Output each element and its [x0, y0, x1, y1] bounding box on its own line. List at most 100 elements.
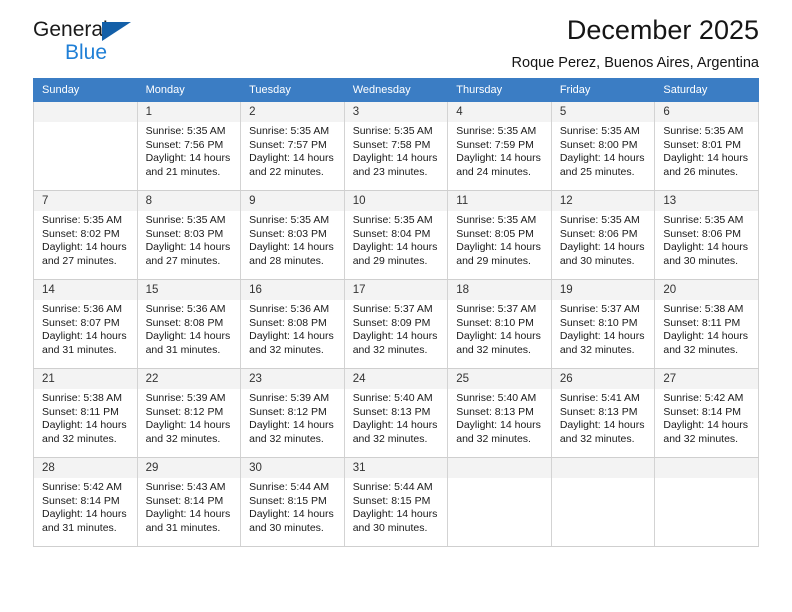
calendar-day-cell[interactable]: 4 Sunrise: 5:35 AM Sunset: 7:59 PM Daylight…	[447, 101, 552, 191]
calendar-day-cell[interactable]: 5 Sunrise: 5:35 AM Sunset: 8:00 PM Daylight…	[550, 101, 656, 191]
daylight-text-line1: Daylight: 14 hours	[145, 152, 231, 165]
calendar-day-cell[interactable]: 17 Sunrise: 5:37 AM Sunset: 8:09 PM Dayligh…	[343, 279, 449, 369]
day-details: Sunrise: 5:43 AM Sunset: 8:14 PM Daylight:…	[138, 478, 241, 535]
calendar-day-cell[interactable]: 12 Sunrise: 5:35 AM Sunset: 8:06 PM Dayligh…	[550, 190, 656, 280]
sunrise-text: Sunrise: 5:44 AM	[249, 481, 330, 493]
sunset-text: Sunset: 8:15 PM	[352, 494, 431, 507]
sunrise-text: Sunrise: 5:37 AM	[559, 303, 640, 315]
calendar-day-cell[interactable]: 3 Sunrise: 5:35 AM Sunset: 7:58 PM Daylight…	[343, 101, 449, 191]
daylight-text-line1: Daylight: 14 hours	[249, 241, 334, 254]
calendar-day-cell[interactable]: 20 Sunrise: 5:38 AM Sunset: 8:11 PM Dayligh…	[654, 279, 759, 369]
calendar-day-cell[interactable]: 10 Sunrise: 5:35 AM Sunset: 8:04 PM Dayligh…	[343, 190, 449, 280]
daylight-text-line2: and 29 minutes.	[352, 254, 428, 267]
day-number: 21	[34, 369, 137, 389]
sunset-text: Sunset: 8:12 PM	[145, 405, 224, 418]
calendar-day-cell[interactable]: 21 Sunrise: 5:38 AM Sunset: 8:11 PM Dayligh…	[33, 368, 138, 458]
day-number: 13	[655, 191, 758, 211]
page-header: General Blue December 2025 Roque Perez, …	[33, 0, 759, 71]
daylight-text-line2: and 32 minutes.	[456, 343, 531, 356]
calendar-day-cell-empty	[447, 457, 552, 547]
calendar-day-cell[interactable]: 29 Sunrise: 5:43 AM Sunset: 8:14 PM Dayligh…	[136, 457, 242, 547]
calendar-day-cell[interactable]: 11 Sunrise: 5:35 AM Sunset: 8:05 PM Dayligh…	[447, 190, 552, 280]
daylight-text-line2: and 31 minutes.	[42, 343, 117, 356]
sunset-text: Sunset: 8:15 PM	[249, 494, 327, 507]
day-details: Sunrise: 5:44 AM Sunset: 8:15 PM Daylight:…	[345, 478, 448, 535]
day-number: 3	[344, 102, 448, 122]
day-number: 7	[34, 191, 137, 211]
sunset-text: Sunset: 8:06 PM	[663, 227, 742, 240]
calendar-day-cell[interactable]: 28 Sunrise: 5:42 AM Sunset: 8:14 PM Dayligh…	[33, 457, 138, 547]
sunset-text: Sunset: 7:56 PM	[145, 138, 224, 151]
day-details: Sunrise: 5:35 AM Sunset: 8:00 PM Daylight:…	[552, 122, 655, 179]
day-details: Sunrise: 5:37 AM Sunset: 8:09 PM Daylight:…	[345, 300, 448, 357]
day-number: 28	[34, 458, 137, 478]
daylight-text-line2: and 27 minutes.	[145, 254, 221, 267]
day-number: 6	[655, 102, 758, 122]
daylight-text-line2: and 32 minutes.	[249, 432, 324, 445]
sunrise-sunset-calendar: Sunday Monday Tuesday Wednesday Thursday Frid…	[33, 78, 759, 547]
calendar-day-cell[interactable]: 22 Sunrise: 5:39 AM Sunset: 8:12 PM Dayligh…	[136, 368, 242, 458]
daylight-text-line1: Daylight: 14 hours	[145, 330, 231, 343]
day-details	[655, 478, 758, 481]
sunset-text: Sunset: 8:12 PM	[249, 405, 327, 418]
sunset-text: Sunset: 8:10 PM	[456, 316, 534, 329]
day-number: 17	[344, 280, 448, 300]
calendar-day-cell[interactable]: 8 Sunrise: 5:35 AM Sunset: 8:03 PM Daylight…	[136, 190, 242, 280]
calendar-day-cell[interactable]: 26 Sunrise: 5:41 AM Sunset: 8:13 PM Dayligh…	[550, 368, 656, 458]
sunrise-text: Sunrise: 5:38 AM	[663, 303, 744, 315]
daylight-text-line2: and 32 minutes.	[663, 343, 739, 356]
daylight-text-line2: and 32 minutes.	[352, 432, 428, 445]
calendar-day-cell[interactable]: 18 Sunrise: 5:37 AM Sunset: 8:10 PM Dayligh…	[447, 279, 552, 369]
daylight-text-line1: Daylight: 14 hours	[456, 152, 541, 165]
calendar-day-cell[interactable]: 31 Sunrise: 5:44 AM Sunset: 8:15 PM Dayligh…	[343, 457, 449, 547]
day-number: 22	[137, 369, 241, 389]
calendar-day-cell[interactable]: 15 Sunrise: 5:36 AM Sunset: 8:08 PM Dayligh…	[136, 279, 242, 369]
calendar-day-cell[interactable]: 30 Sunrise: 5:44 AM Sunset: 8:15 PM Dayligh…	[240, 457, 345, 547]
sunrise-text: Sunrise: 5:44 AM	[352, 481, 433, 493]
daylight-text-line2: and 31 minutes.	[145, 343, 221, 356]
calendar-day-cell[interactable]: 7 Sunrise: 5:35 AM Sunset: 8:02 PM Daylight…	[33, 190, 138, 280]
day-number	[655, 458, 758, 478]
calendar-day-cell[interactable]: 27 Sunrise: 5:42 AM Sunset: 8:14 PM Dayligh…	[654, 368, 759, 458]
sunrise-text: Sunrise: 5:40 AM	[352, 392, 433, 404]
calendar-day-cell[interactable]: 9 Sunrise: 5:35 AM Sunset: 8:03 PM Daylight…	[240, 190, 345, 280]
day-details: Sunrise: 5:35 AM Sunset: 8:01 PM Daylight:…	[655, 122, 758, 179]
calendar-day-cell[interactable]: 16 Sunrise: 5:36 AM Sunset: 8:08 PM Dayligh…	[240, 279, 345, 369]
calendar-day-cell[interactable]: 24 Sunrise: 5:40 AM Sunset: 8:13 PM Dayligh…	[343, 368, 449, 458]
sunrise-text: Sunrise: 5:35 AM	[663, 214, 744, 226]
daylight-text-line1: Daylight: 14 hours	[663, 419, 749, 432]
day-number: 1	[137, 102, 241, 122]
calendar-day-cell[interactable]: 2 Sunrise: 5:35 AM Sunset: 7:57 PM Daylight…	[240, 101, 345, 191]
sunset-text: Sunset: 7:59 PM	[456, 138, 534, 151]
daylight-text-line1: Daylight: 14 hours	[249, 152, 334, 165]
day-details: Sunrise: 5:35 AM Sunset: 8:02 PM Daylight:…	[34, 211, 137, 268]
daylight-text-line1: Daylight: 14 hours	[249, 508, 334, 521]
day-details: Sunrise: 5:44 AM Sunset: 8:15 PM Daylight:…	[241, 478, 344, 535]
sunset-text: Sunset: 8:06 PM	[559, 227, 638, 240]
calendar-day-cell[interactable]: 6 Sunrise: 5:35 AM Sunset: 8:01 PM Daylight…	[654, 101, 759, 191]
day-number: 5	[551, 102, 655, 122]
daylight-text-line2: and 29 minutes.	[456, 254, 531, 267]
day-details: Sunrise: 5:35 AM Sunset: 8:03 PM Daylight:…	[241, 211, 344, 268]
daylight-text-line1: Daylight: 14 hours	[352, 419, 438, 432]
calendar-day-cell[interactable]: 25 Sunrise: 5:40 AM Sunset: 8:13 PM Dayligh…	[447, 368, 552, 458]
day-number: 27	[655, 369, 758, 389]
day-number: 26	[551, 369, 655, 389]
sunrise-text: Sunrise: 5:35 AM	[352, 214, 433, 226]
calendar-week-row: 7 Sunrise: 5:35 AM Sunset: 8:02 PM Daylight…	[33, 190, 759, 280]
calendar-day-cell[interactable]: 23 Sunrise: 5:39 AM Sunset: 8:12 PM Dayligh…	[240, 368, 345, 458]
day-number: 20	[655, 280, 758, 300]
sunset-text: Sunset: 8:00 PM	[559, 138, 638, 151]
calendar-day-cell[interactable]: 14 Sunrise: 5:36 AM Sunset: 8:07 PM Dayligh…	[33, 279, 138, 369]
calendar-day-cell[interactable]: 19 Sunrise: 5:37 AM Sunset: 8:10 PM Dayligh…	[550, 279, 656, 369]
day-details: Sunrise: 5:35 AM Sunset: 8:06 PM Daylight:…	[655, 211, 758, 268]
day-details: Sunrise: 5:38 AM Sunset: 8:11 PM Daylight:…	[655, 300, 758, 357]
weekday-header-saturday: Saturday	[654, 78, 759, 102]
general-blue-logo[interactable]: General Blue	[33, 18, 163, 74]
calendar-day-cell[interactable]: 13 Sunrise: 5:35 AM Sunset: 8:06 PM Dayligh…	[654, 190, 759, 280]
daylight-text-line1: Daylight: 14 hours	[663, 241, 749, 254]
daylight-text-line1: Daylight: 14 hours	[145, 241, 231, 254]
calendar-day-cell[interactable]: 1 Sunrise: 5:35 AM Sunset: 7:56 PM Daylight…	[136, 101, 242, 191]
day-number: 2	[241, 102, 344, 122]
weekday-header-friday: Friday	[550, 78, 656, 102]
